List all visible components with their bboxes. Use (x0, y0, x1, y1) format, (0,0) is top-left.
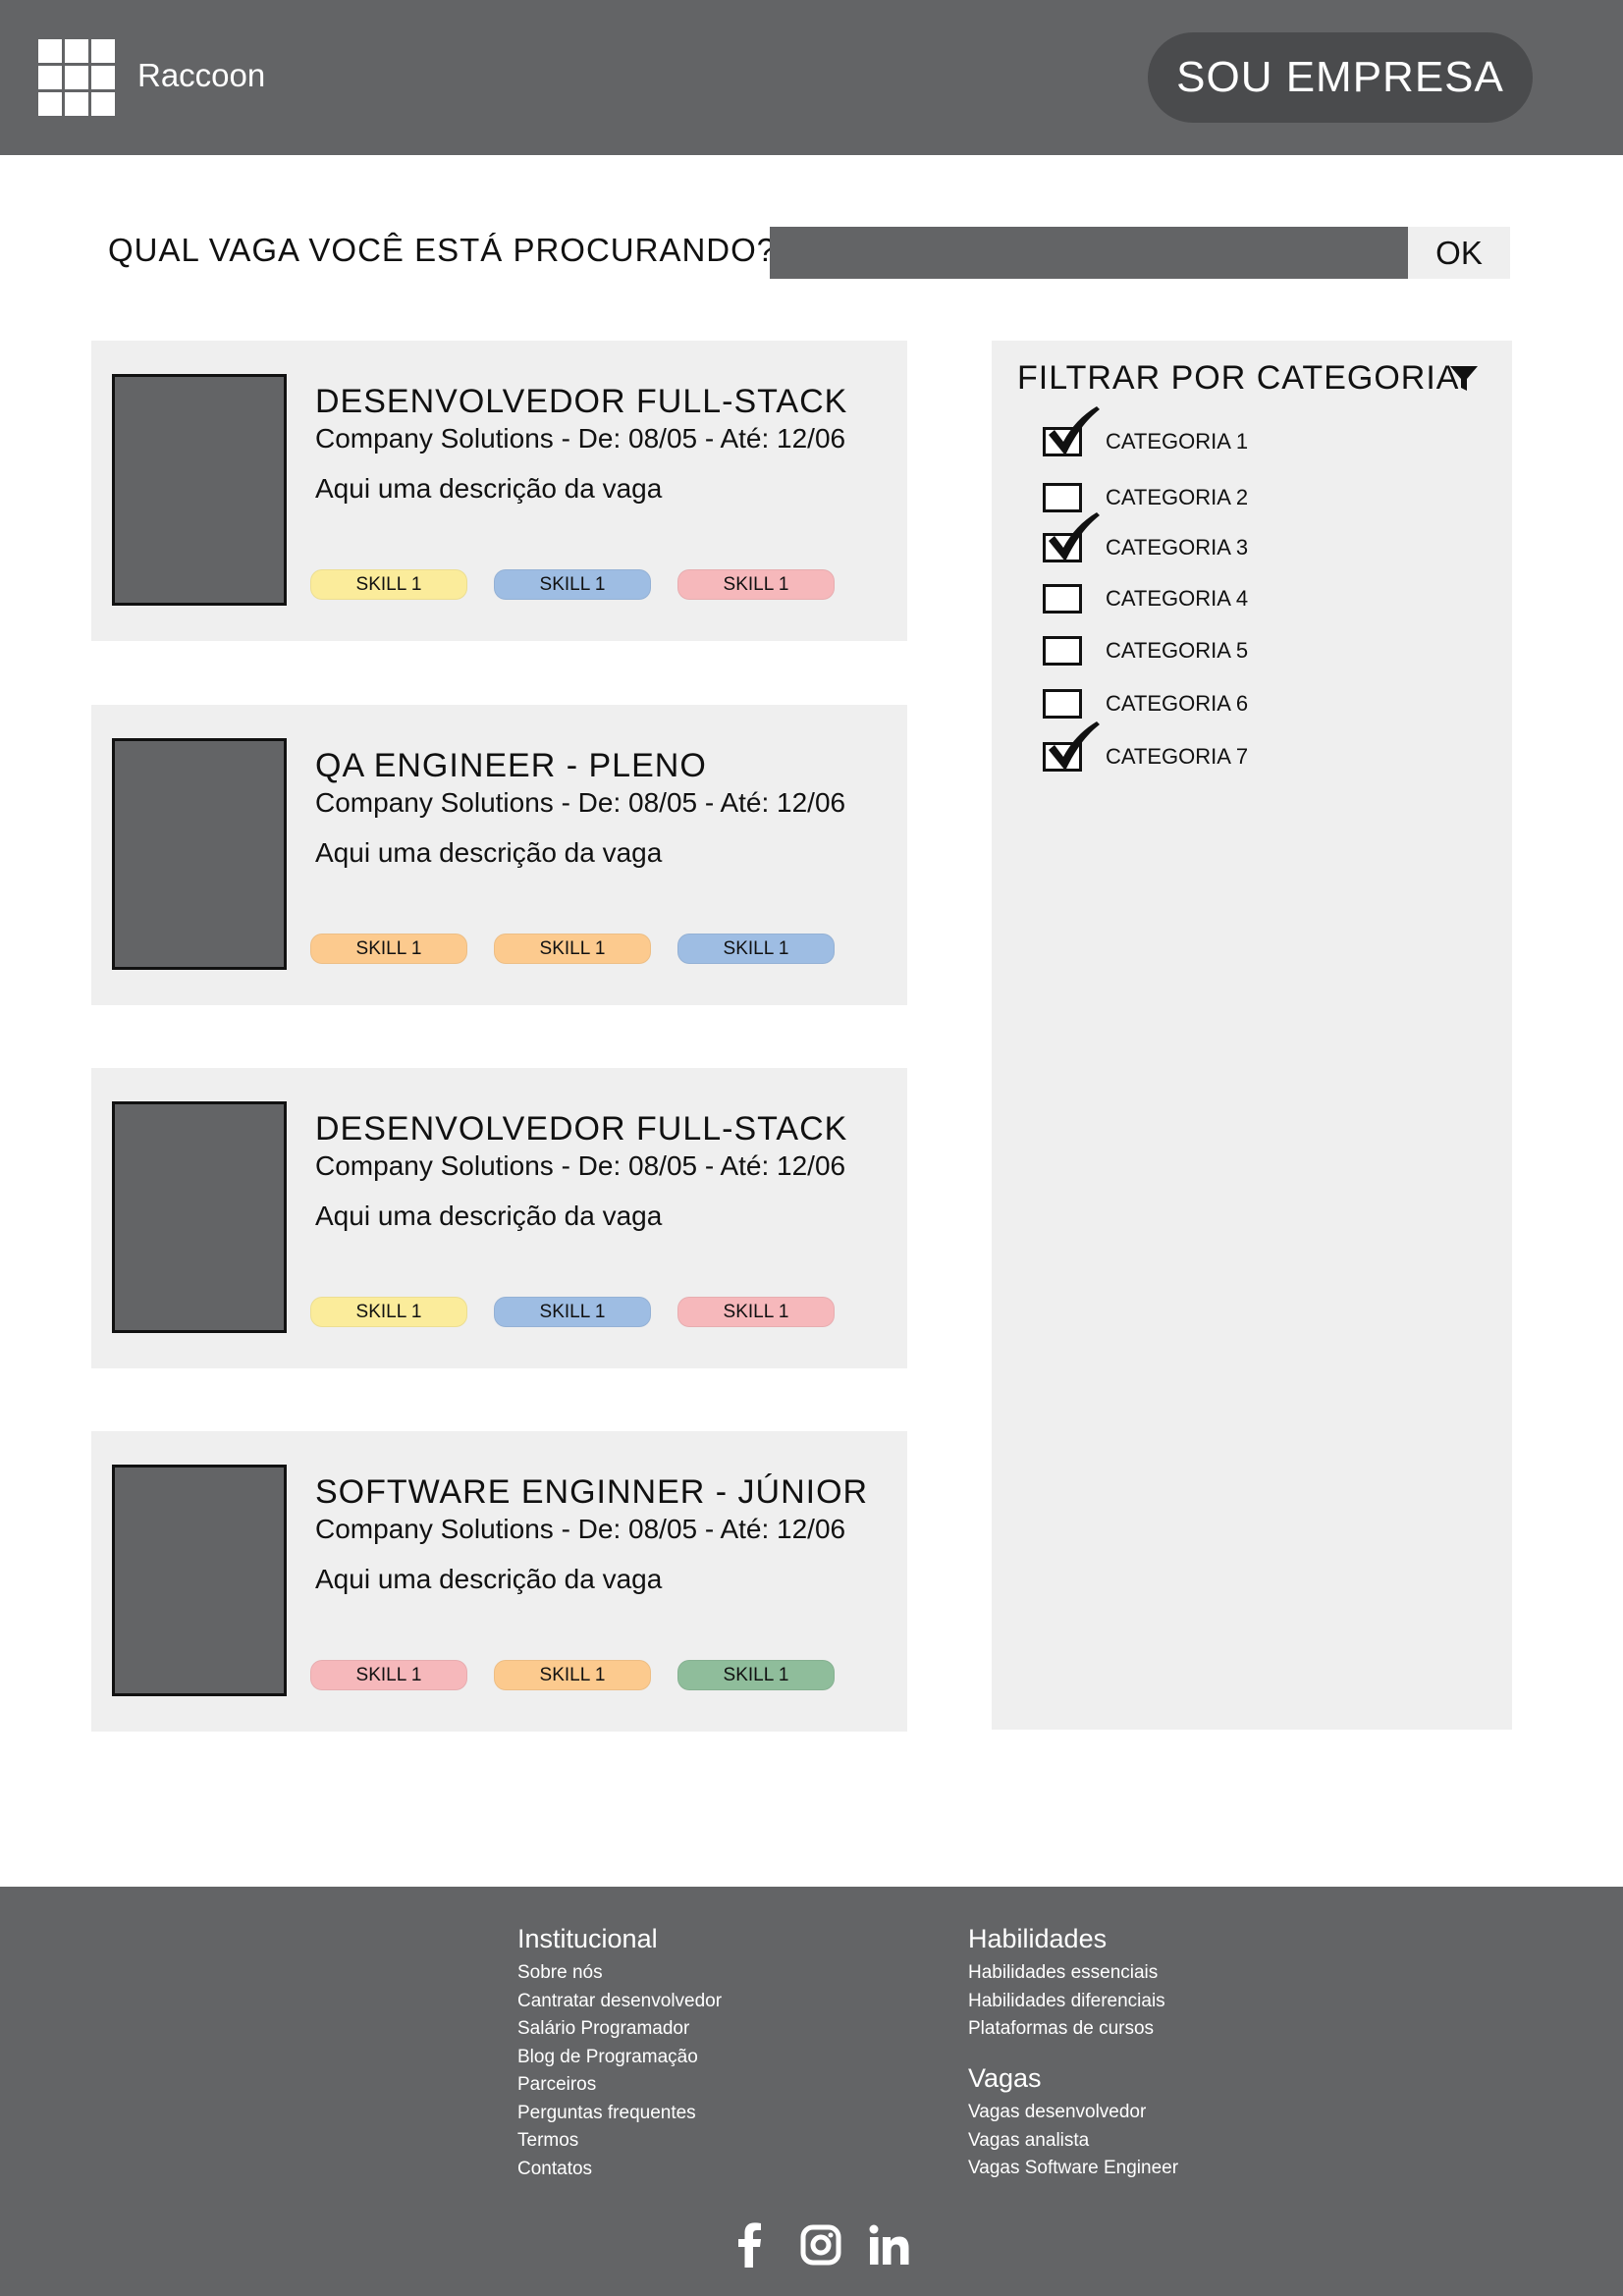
footer-link[interactable]: Salário Programador (517, 2015, 722, 2044)
site-footer: Institucional Sobre nós Cantratar desenv… (0, 1887, 1623, 2296)
footer-link[interactable]: Perguntas frequentes (517, 2100, 722, 2128)
footer-link[interactable]: Sobre nós (517, 1959, 722, 1988)
job-card[interactable]: DESENVOLVEDOR FULL-STACK Company Solutio… (91, 1068, 907, 1368)
category-label: CATEGORIA 4 (1106, 586, 1249, 611)
filter-title: FILTRAR POR CATEGORIA (1017, 359, 1460, 397)
footer-heading: Institucional (517, 1924, 658, 1953)
footer-link[interactable]: Plataformas de cursos (968, 2015, 1165, 2044)
footer-heading: Vagas (968, 2063, 1042, 2093)
footer-link[interactable]: Blog de Programação (517, 2044, 722, 2072)
skill-tag[interactable]: SKILL 1 (677, 569, 835, 600)
company-logo-placeholder (112, 738, 287, 970)
skill-tag[interactable]: SKILL 1 (494, 934, 651, 964)
category-label: CATEGORIA 7 (1106, 744, 1249, 769)
checkmark-icon (1049, 721, 1100, 771)
instagram-icon[interactable] (799, 2222, 842, 2268)
job-description: Aqui uma descrição da vaga (315, 1201, 663, 1231)
skill-tag[interactable]: SKILL 1 (310, 934, 467, 964)
footer-link[interactable]: Vagas analista (968, 2127, 1178, 2156)
footer-institucional: Institucional Sobre nós Cantratar desenv… (517, 1924, 722, 2183)
job-company-dates: Company Solutions - De: 08/05 - Até: 12/… (315, 787, 846, 818)
footer-link[interactable]: Termos (517, 2127, 722, 2156)
skill-tag[interactable]: SKILL 1 (677, 1297, 835, 1327)
sou-empresa-button[interactable]: SOU EMPRESA (1148, 32, 1533, 123)
job-description: Aqui uma descrição da vaga (315, 837, 663, 868)
job-title[interactable]: QA ENGINEER - PLENO (315, 747, 707, 785)
footer-link[interactable]: Contatos (517, 2156, 722, 2184)
search-input[interactable] (770, 227, 1408, 279)
category-label: CATEGORIA 1 (1106, 429, 1249, 454)
job-title[interactable]: DESENVOLVEDOR FULL-STACK (315, 1110, 847, 1148)
job-title[interactable]: SOFTWARE ENGINNER - JÚNIOR (315, 1473, 868, 1512)
footer-vagas: Vagas Vagas desenvolvedor Vagas analista… (968, 2063, 1178, 2183)
category-label: CATEGORIA 2 (1106, 485, 1249, 509)
job-card[interactable]: SOFTWARE ENGINNER - JÚNIOR Company Solut… (91, 1431, 907, 1732)
footer-link[interactable]: Vagas Software Engineer (968, 2155, 1178, 2183)
company-logo-placeholder (112, 374, 287, 606)
footer-link[interactable]: Cantratar desenvolvedor (517, 1988, 722, 2016)
job-card[interactable]: QA ENGINEER - PLENO Company Solutions - … (91, 705, 907, 1005)
skill-tag[interactable]: SKILL 1 (494, 569, 651, 600)
category-checkbox[interactable] (1043, 584, 1082, 614)
skill-tag[interactable]: SKILL 1 (310, 1297, 467, 1327)
facebook-icon[interactable] (729, 2222, 772, 2268)
category-checkbox[interactable] (1043, 636, 1082, 666)
job-company-dates: Company Solutions - De: 08/05 - Até: 12/… (315, 1150, 846, 1181)
skill-tag[interactable]: SKILL 1 (494, 1297, 651, 1327)
footer-heading: Habilidades (968, 1924, 1108, 1953)
job-description: Aqui uma descrição da vaga (315, 1564, 663, 1594)
job-company-dates: Company Solutions - De: 08/05 - Até: 12/… (315, 1514, 846, 1544)
skill-tag[interactable]: SKILL 1 (310, 1660, 467, 1690)
search-label: QUAL VAGA VOCÊ ESTÁ PROCURANDO? (108, 232, 777, 268)
footer-habilidades: Habilidades Habilidades essenciais Habil… (968, 1924, 1165, 2044)
checkmark-icon (1049, 406, 1100, 455)
top-header: Raccoon SOU EMPRESA (0, 0, 1623, 155)
job-title[interactable]: DESENVOLVEDOR FULL-STACK (315, 383, 847, 421)
category-label: CATEGORIA 5 (1106, 638, 1249, 663)
job-card[interactable]: DESENVOLVEDOR FULL-STACK Company Solutio… (91, 341, 907, 641)
job-company-dates: Company Solutions - De: 08/05 - Até: 12/… (315, 423, 846, 454)
filter-funnel-icon[interactable] (1449, 364, 1479, 394)
company-logo-placeholder (112, 1465, 287, 1696)
company-logo-placeholder (112, 1101, 287, 1333)
search-ok-button[interactable]: OK (1408, 227, 1510, 279)
footer-link[interactable]: Parceiros (517, 2071, 722, 2100)
category-checkbox[interactable] (1043, 689, 1082, 719)
footer-link[interactable]: Habilidades essenciais (968, 1959, 1165, 1988)
footer-link[interactable]: Vagas desenvolvedor (968, 2099, 1178, 2127)
footer-link[interactable]: Habilidades diferenciais (968, 1988, 1165, 2016)
category-label: CATEGORIA 3 (1106, 535, 1249, 560)
category-filter-panel: FILTRAR POR CATEGORIA CATEGORIA 1 CATEGO… (992, 341, 1512, 1730)
linkedin-icon[interactable] (868, 2222, 911, 2268)
app-grid-logo-icon[interactable] (38, 39, 115, 116)
category-checkbox[interactable] (1043, 483, 1082, 512)
job-description: Aqui uma descrição da vaga (315, 473, 663, 504)
skill-tag[interactable]: SKILL 1 (494, 1660, 651, 1690)
skill-tag[interactable]: SKILL 1 (677, 1660, 835, 1690)
skill-tag[interactable]: SKILL 1 (310, 569, 467, 600)
checkmark-icon (1049, 512, 1100, 561)
category-label: CATEGORIA 6 (1106, 691, 1249, 716)
skill-tag[interactable]: SKILL 1 (677, 934, 835, 964)
brand-name[interactable]: Raccoon (137, 57, 265, 94)
